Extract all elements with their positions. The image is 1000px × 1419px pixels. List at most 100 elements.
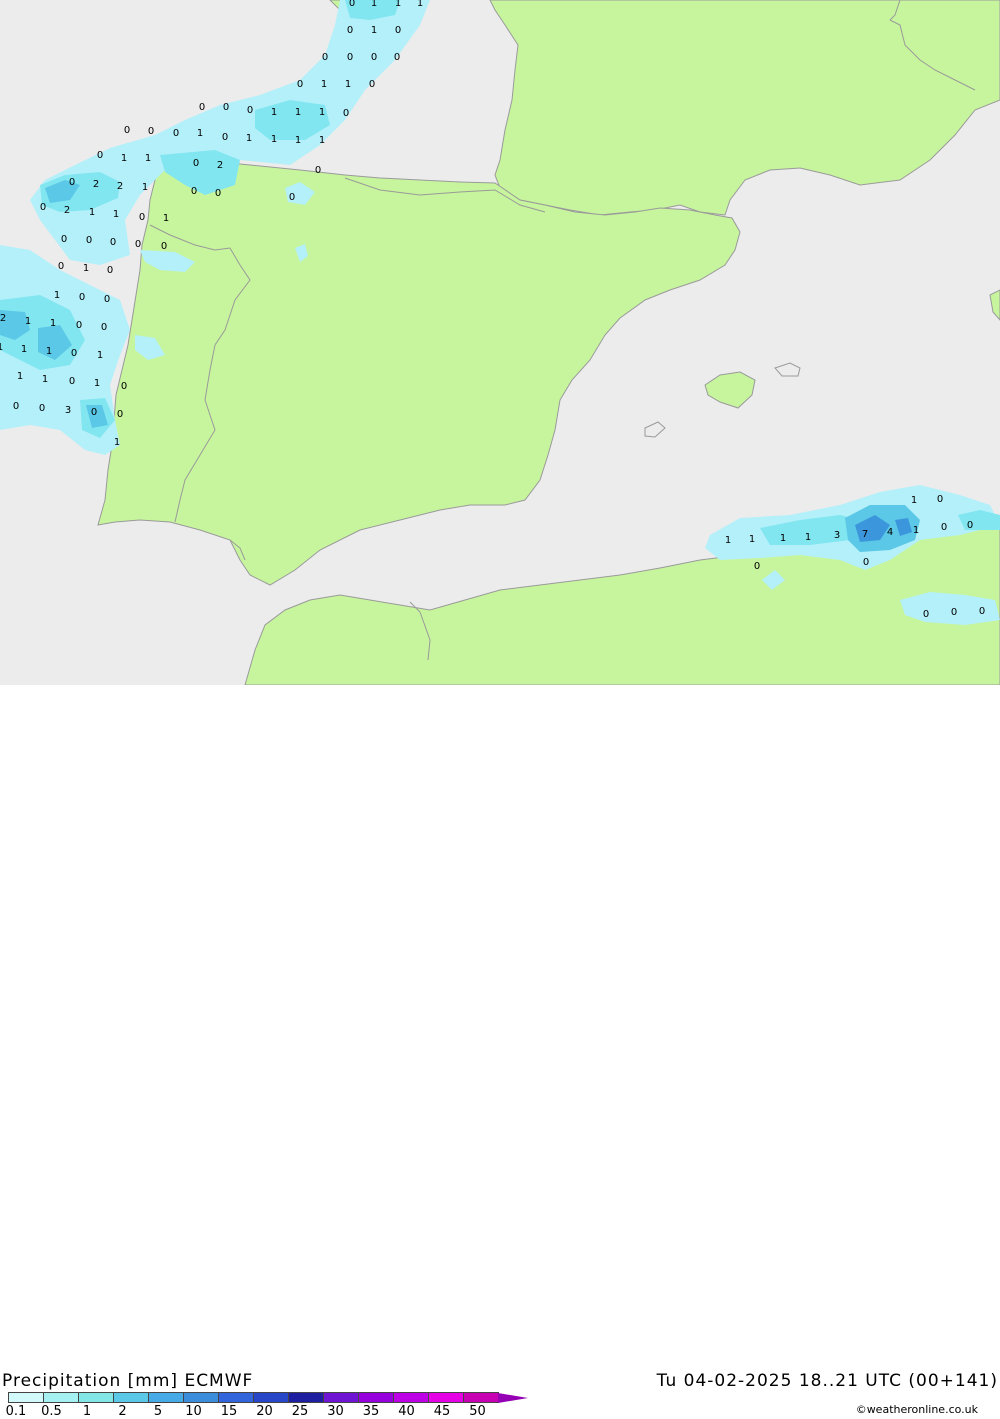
legend-labels: 0.1 0.5 1 2 5 10 15 20 25 30 35 40 45 50 (0, 1404, 520, 1419)
precip-value-label: 0 (139, 212, 145, 223)
legend-colorbar (8, 1392, 528, 1403)
precip-value-label: 0 (349, 0, 355, 9)
precip-value-label: 1 (21, 344, 27, 355)
legend-label: 0.5 (41, 1404, 62, 1419)
precip-value-label: 0 (61, 234, 67, 245)
precipitation-map: 0 1 1 1 0 1 0 0 0 0 0 0 1 1 0 0 0 0 1 1 1 0 0 0 0 1 0 1 1 1 1 0 0 1 1 0 2 0 2 2… (0, 0, 1000, 685)
precip-value-label: 0 (69, 376, 75, 387)
precip-value-label: 0 (173, 128, 179, 139)
precip-value-label: 0 (107, 265, 113, 276)
precip-value-label: 0 (941, 522, 947, 533)
precip-value-label: 0 (117, 409, 123, 420)
legend-swatch (288, 1392, 324, 1403)
legend-label: 35 (362, 1404, 380, 1419)
legend-label: 20 (256, 1404, 273, 1419)
legend-label: 15 (220, 1404, 238, 1419)
legend-swatch (428, 1392, 464, 1403)
legend-label: 45 (433, 1404, 451, 1419)
precip-value-label: 1 (805, 532, 811, 543)
precip-value-label: 1 (50, 318, 56, 329)
precip-value-label: 0 (222, 132, 228, 143)
precip-value-label: 7 (862, 529, 868, 540)
legend-label: 50 (469, 1404, 486, 1419)
precip-value-label: 1 (319, 107, 325, 118)
precip-value-label: 1 (295, 107, 301, 118)
precip-value-label: 1 (246, 133, 252, 144)
precip-value-label: 4 (887, 527, 893, 538)
precip-value-label: 0 (101, 322, 107, 333)
precip-value-label: 1 (97, 350, 103, 361)
precip-value-label: 0 (79, 292, 85, 303)
precip-value-label: 0 (247, 105, 253, 116)
precip-value-label: 0 (369, 79, 375, 90)
precip-value-label: 1 (321, 79, 327, 90)
precip-value-label: 1 (83, 263, 89, 274)
legend-swatch (253, 1392, 289, 1403)
precip-value-label: 1 (271, 107, 277, 118)
precip-value-label: 2 (0, 313, 6, 324)
precip-value-label: 0 (223, 102, 229, 113)
precip-value-label: 0 (395, 25, 401, 36)
legend-label: 5 (153, 1404, 163, 1419)
precip-value-label: 1 (54, 290, 60, 301)
legend-swatch (463, 1392, 499, 1403)
precip-value-label: 1 (113, 209, 119, 220)
legend-label: 1 (82, 1404, 92, 1419)
legend-label: 10 (185, 1404, 202, 1419)
legend-swatch (323, 1392, 359, 1403)
precip-value-label: 0 (76, 320, 82, 331)
precip-value-label: 1 (0, 342, 3, 353)
precip-value-label: 0 (347, 25, 353, 36)
precip-value-label: 0 (289, 192, 295, 203)
precip-value-label: 0 (937, 494, 943, 505)
credit-text: ©weatheronline.co.uk (855, 1403, 978, 1416)
legend-swatch (183, 1392, 219, 1403)
precip-value-label: 1 (417, 0, 423, 9)
legend-swatch (393, 1392, 429, 1403)
precip-value-label: 1 (749, 534, 755, 545)
precip-value-label: 1 (780, 533, 786, 544)
legend-swatch (218, 1392, 254, 1403)
precip-value-label: 1 (94, 378, 100, 389)
precip-value-label: 0 (161, 241, 167, 252)
legend-swatch (113, 1392, 149, 1403)
legend-label: 2 (118, 1404, 127, 1419)
precip-value-label: 1 (395, 0, 401, 9)
precip-value-label: 1 (725, 535, 731, 546)
precip-value-label: 0 (86, 235, 92, 246)
precip-value-label: 2 (217, 160, 223, 171)
precip-value-label: 1 (142, 182, 148, 193)
precip-value-label: 1 (295, 135, 301, 146)
precip-value-label: 1 (121, 153, 127, 164)
precip-value-label: 0 (104, 294, 110, 305)
precip-value-label: 1 (913, 525, 919, 536)
precip-value-label: 0 (371, 52, 377, 63)
precip-value-label: 1 (371, 25, 377, 36)
precip-value-label: 0 (193, 158, 199, 169)
precip-value-label: 0 (71, 348, 77, 359)
precip-value-label: 0 (191, 186, 197, 197)
precip-value-label: 0 (121, 381, 127, 392)
legend-swatch (43, 1392, 79, 1403)
precip-value-label: 1 (42, 374, 48, 385)
precip-value-label: 0 (97, 150, 103, 161)
footer: Precipitation [mm] ECMWF Tu 04-02-2025 1… (0, 685, 1000, 1419)
legend-swatch (358, 1392, 394, 1403)
precip-value-label: 0 (951, 607, 957, 618)
precip-value-label: 0 (315, 165, 321, 176)
legend-label: 0.1 (5, 1404, 27, 1419)
precip-value-label: 0 (39, 403, 45, 414)
precip-value-label: 0 (923, 609, 929, 620)
precip-value-label: 1 (911, 495, 917, 506)
precip-value-label: 0 (58, 261, 64, 272)
precip-value-label: 3 (834, 530, 840, 541)
precip-value-label: 0 (69, 177, 75, 188)
precip-value-label: 0 (343, 108, 349, 119)
precip-value-label: 2 (93, 179, 99, 190)
precip-value-label: 1 (371, 0, 377, 9)
precip-value-label: 0 (215, 188, 221, 199)
valid-time: Tu 04-02-2025 18..21 UTC (00+141) (656, 1371, 998, 1391)
map-title: Precipitation [mm] ECMWF (2, 1371, 254, 1391)
precip-value-label: 1 (25, 316, 31, 327)
precip-value-label: 3 (65, 405, 71, 416)
